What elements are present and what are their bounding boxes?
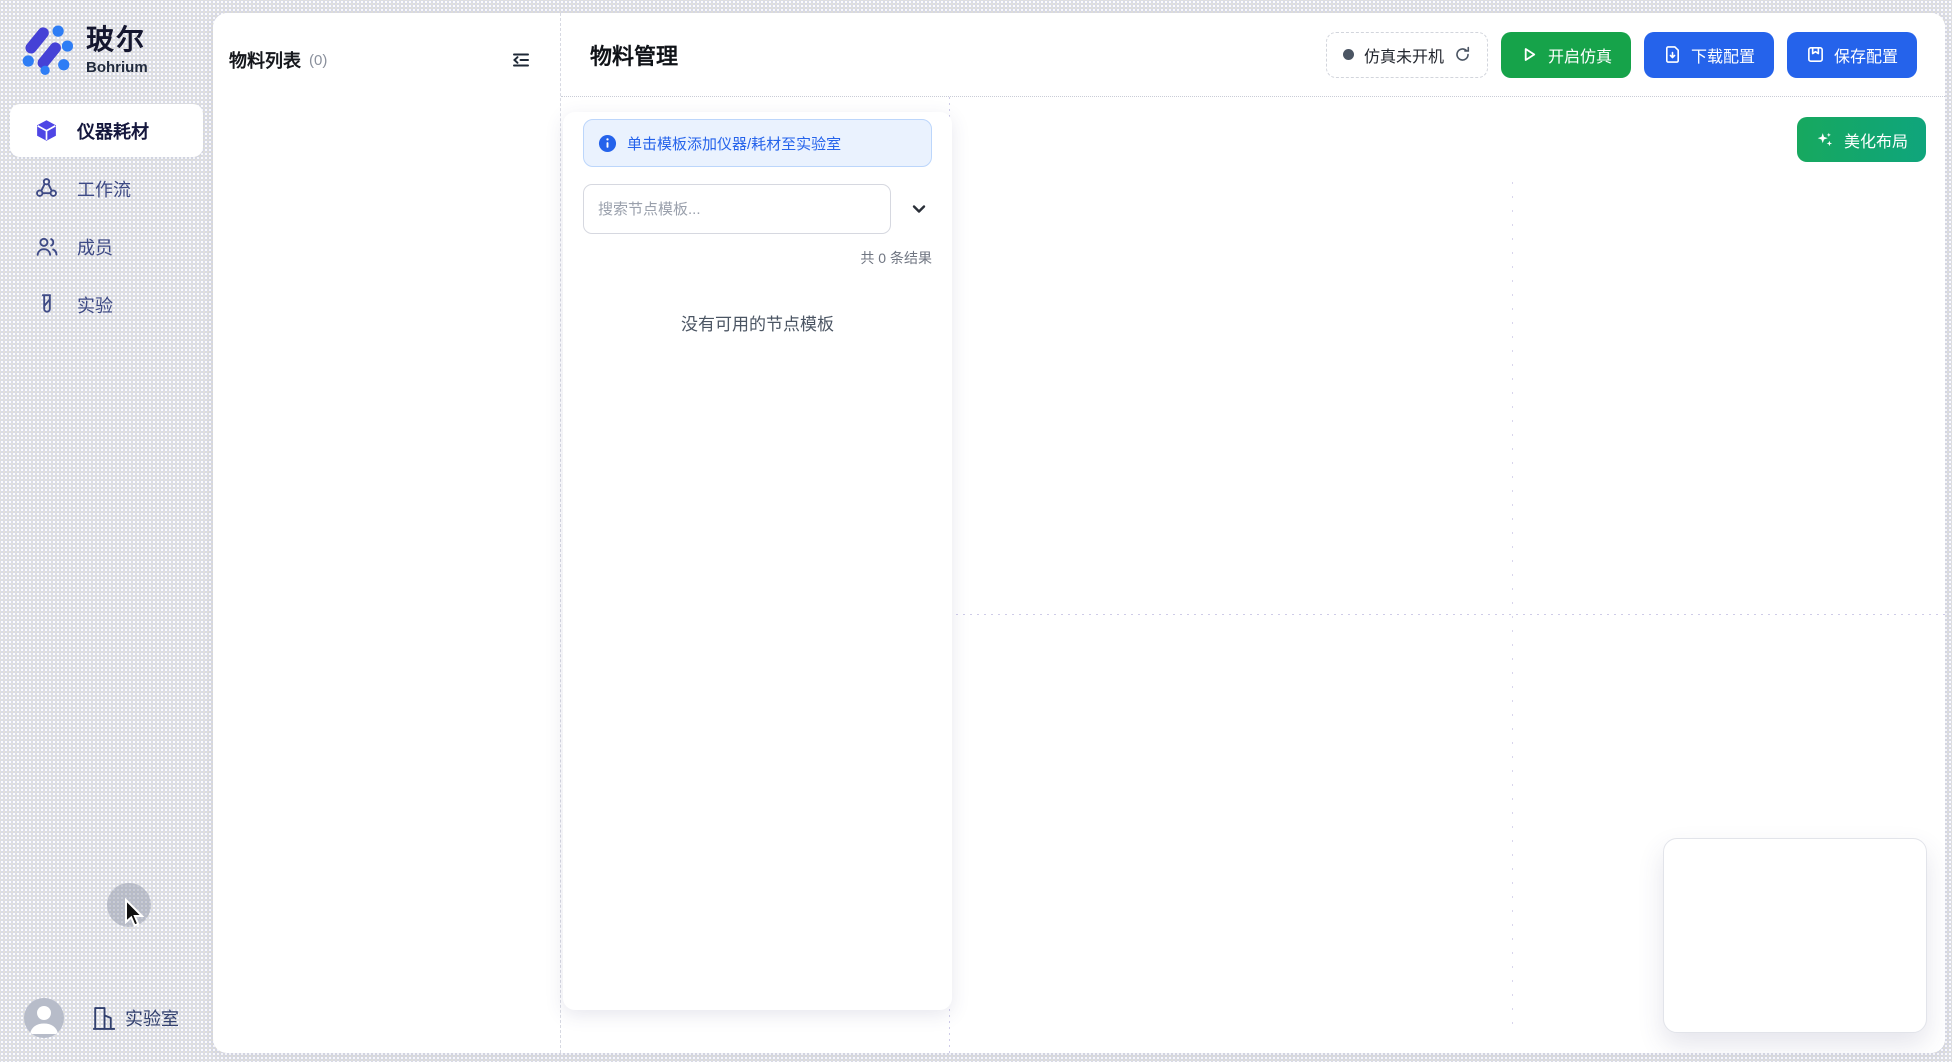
status-dot [1343,49,1354,60]
members-icon [34,234,59,259]
cube-icon [34,118,59,143]
download-config-button[interactable]: 下载配置 [1644,32,1774,78]
brand-text: 玻尔 Bohrium [86,18,148,76]
minimap-panel[interactable] [1663,838,1927,1033]
template-hint-text: 单击模板添加仪器/耗材至实验室 [627,133,841,154]
experiment-icon [34,292,59,317]
canvas-guide-vertical-2 [1512,182,1513,1033]
collapse-panel-icon [510,49,532,71]
start-simulation-label: 开启仿真 [1548,43,1612,67]
simulation-status-pill[interactable]: 仿真未开机 [1326,32,1488,78]
bohrium-logo-icon [18,19,74,75]
sparkles-icon [1815,130,1835,150]
main-window: 物料列表 (0) 物料管理 仿真未开机 [213,13,1945,1053]
material-list-count: (0) [309,52,327,69]
header-actions: 仿真未开机 开启仿真 [1326,32,1917,78]
brand-name-zh: 玻尔 [86,18,148,58]
result-count: 共 0 条结果 [583,248,932,268]
sidebar-item-label: 仪器耗材 [77,118,149,144]
info-icon [598,134,617,153]
save-icon [1806,45,1825,64]
material-list-header: 物料列表 (0) [229,47,534,73]
sidebar-footer: 实验室 [0,998,213,1038]
node-templates-panel: 单击模板添加仪器/耗材至实验室 共 0 条结果 没有可用的节点模板 [563,112,952,1010]
sidebar-item-instruments[interactable]: 仪器耗材 [10,104,203,157]
beautify-layout-label: 美化布局 [1844,128,1908,152]
start-simulation-button[interactable]: 开启仿真 [1501,32,1631,78]
sidebar-item-label: 成员 [77,234,113,260]
sidebar-item-label: 实验 [77,292,113,318]
refresh-icon[interactable] [1454,46,1471,63]
template-search-input[interactable] [583,184,891,234]
sidebar-nav: 仪器耗材 工作流 成员 [0,104,213,331]
template-search-row [583,184,932,234]
empty-templates-message: 没有可用的节点模板 [583,310,932,335]
sidebar-item-label: 工作流 [77,176,131,202]
avatar-person-icon [24,998,64,1038]
collapse-panel-button[interactable] [508,47,534,73]
sidebar-item-workflow[interactable]: 工作流 [10,162,203,215]
save-config-label: 保存配置 [1834,43,1898,67]
lab-canvas[interactable]: 单击模板添加仪器/耗材至实验室 共 0 条结果 没有可用的节点模板 [561,97,1945,1053]
chevron-down-icon [909,199,929,219]
beautify-layout-button[interactable]: 美化布局 [1797,117,1926,162]
building-icon [91,1005,116,1032]
bohrium-lab-app: 玻尔 Bohrium 仪器耗材 工作流 [0,0,1952,1062]
material-list-title: 物料列表 [229,47,301,73]
content-header: 物料管理 仿真未开机 开启仿真 [561,13,1945,97]
brand: 玻尔 Bohrium [0,0,213,76]
page-title: 物料管理 [590,39,678,71]
save-config-button[interactable]: 保存配置 [1787,32,1917,78]
user-avatar[interactable] [24,998,64,1038]
lab-entry-label: 实验室 [125,1005,179,1031]
expand-filters-button[interactable] [906,196,932,222]
template-hint-banner: 单击模板添加仪器/耗材至实验室 [583,119,932,167]
play-icon [1520,45,1539,64]
canvas-guide-horizontal-1 [949,614,1945,615]
sidebar-item-experiments[interactable]: 实验 [10,278,203,331]
lab-entry[interactable]: 实验室 [91,1005,179,1032]
sidebar-item-members[interactable]: 成员 [10,220,203,273]
workflow-icon [34,176,59,201]
mouse-cursor [122,898,150,930]
file-download-icon [1663,45,1682,64]
content-area: 物料管理 仿真未开机 开启仿真 [561,13,1945,1053]
material-list-panel: 物料列表 (0) [213,13,561,1053]
download-config-label: 下载配置 [1691,43,1755,67]
simulation-status-label: 仿真未开机 [1364,43,1444,67]
brand-name-en: Bohrium [86,59,148,76]
